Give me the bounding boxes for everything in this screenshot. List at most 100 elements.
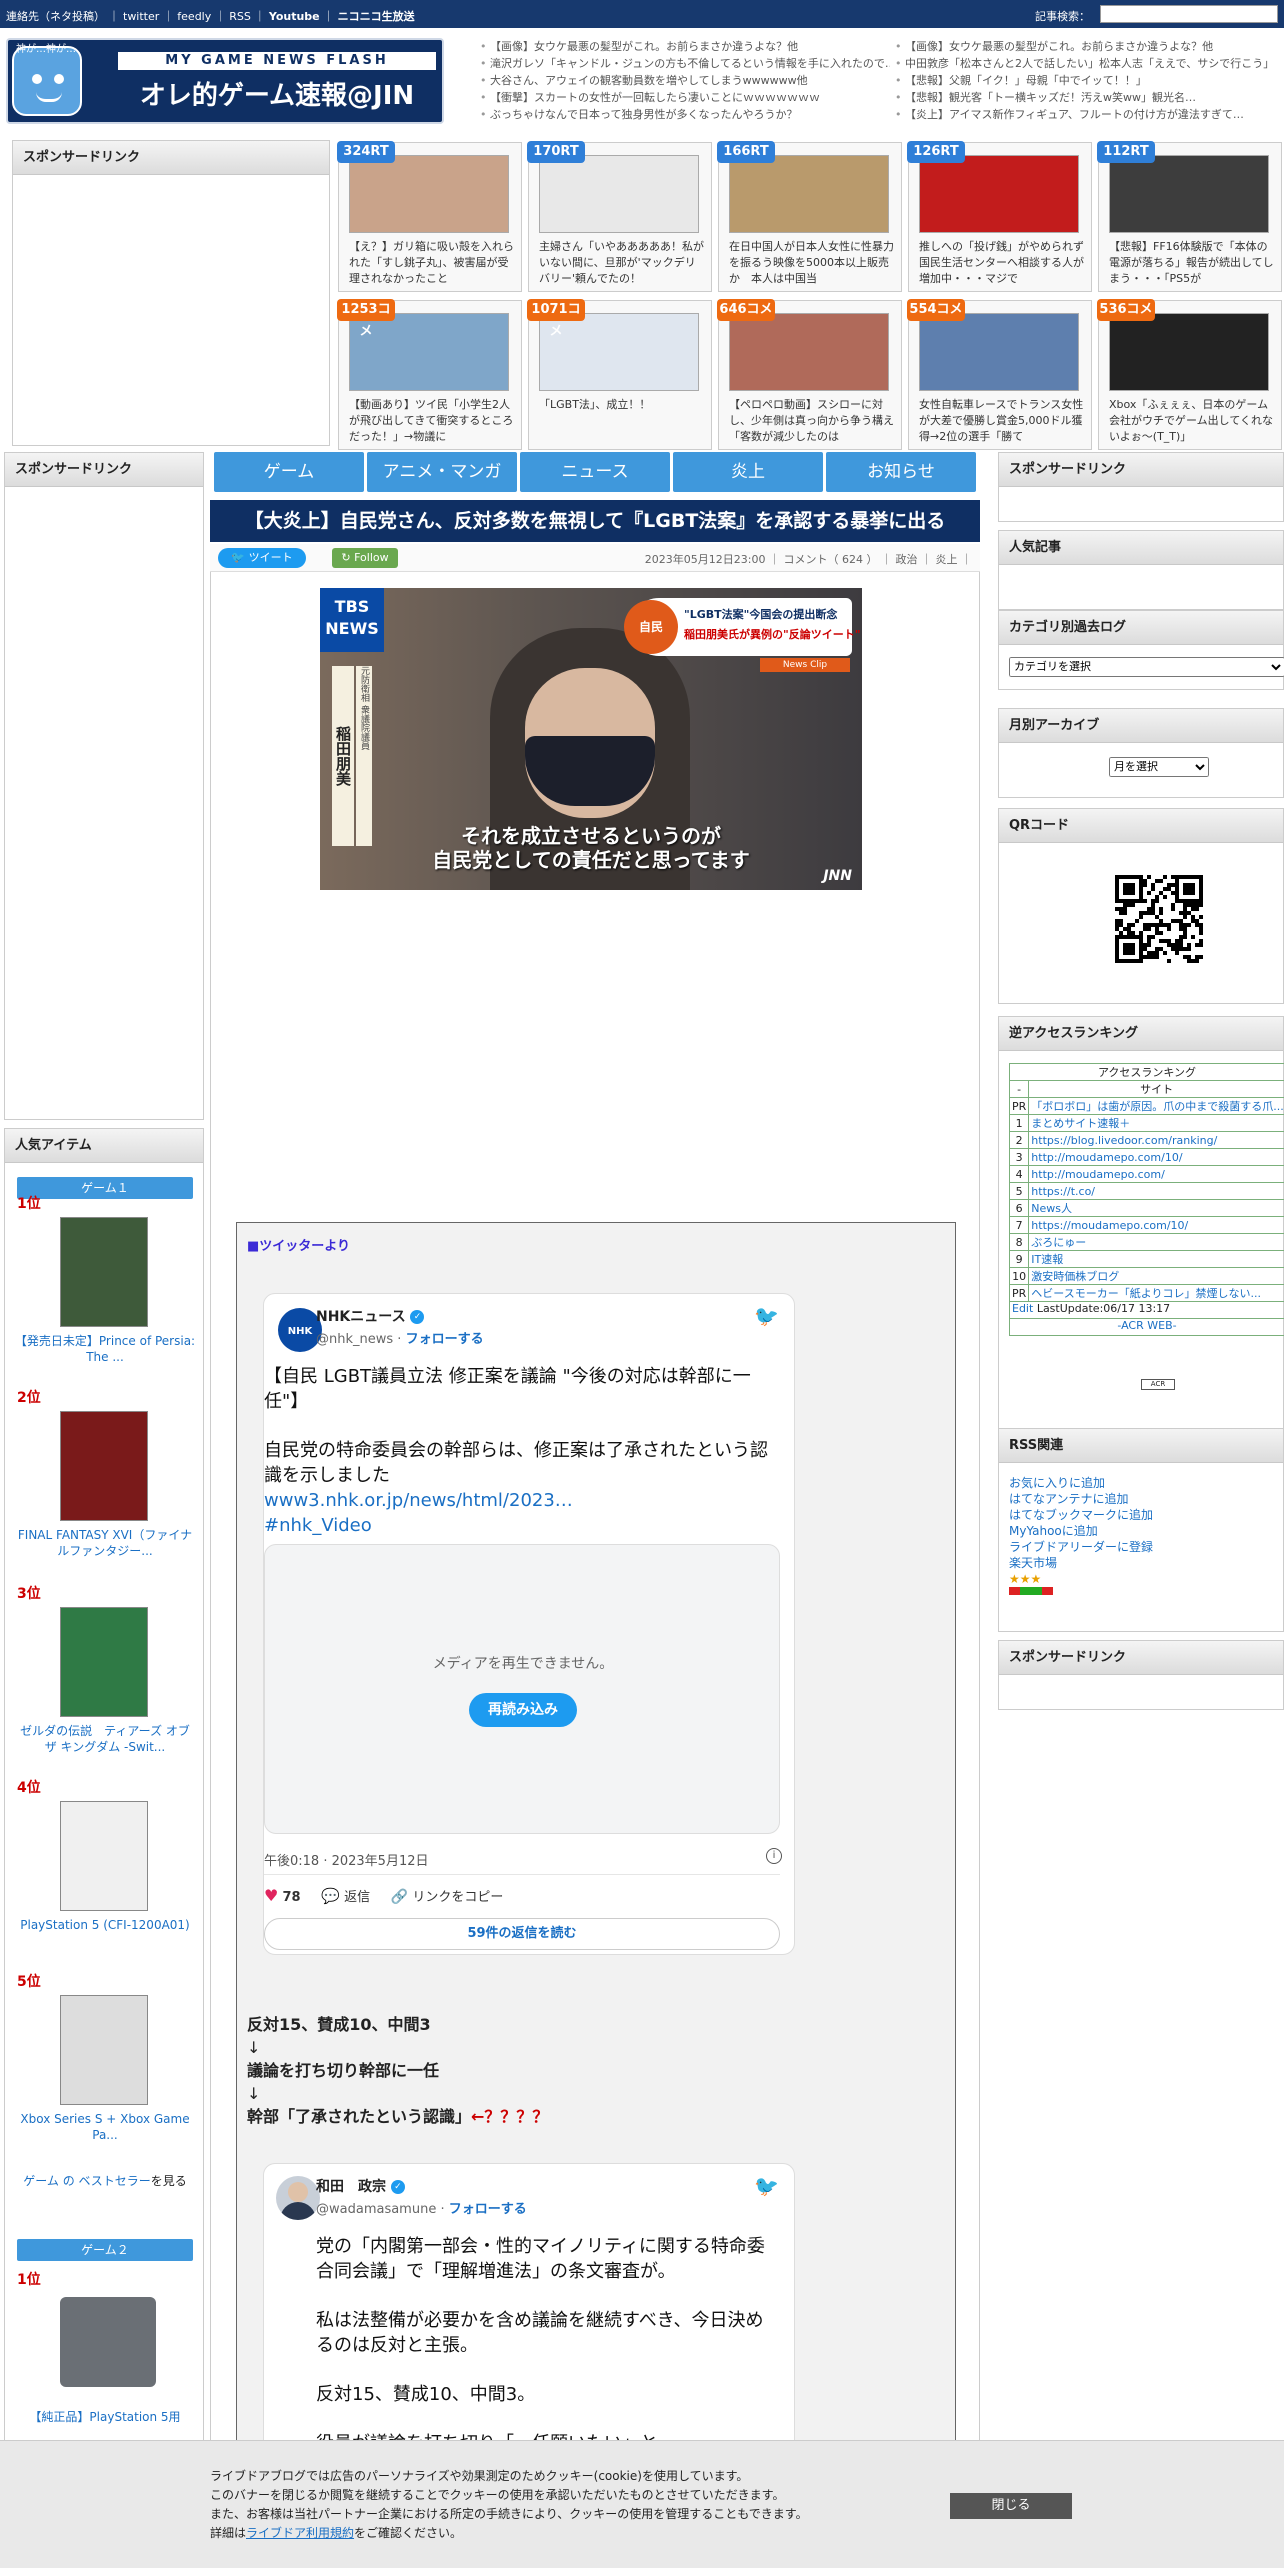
card-title[interactable]: 【悲報】FF16体験版で「本体の電源が落ちる」報告が続出してしまう・・・「PS5… xyxy=(1109,239,1274,287)
product-title[interactable]: 【純正品】PlayStation 5用 xyxy=(13,2409,197,2425)
card-title[interactable]: 推しへの「投げ銭」がやめられず国民生活センターへ相談する人が増加中・・・マジで xyxy=(919,239,1084,287)
trending-card[interactable]: 1253コメ 【動画あり】ツイ民「小学生2人が飛び出してきて衝突するところだった！… xyxy=(337,299,522,450)
reply-link[interactable]: 返信 xyxy=(344,1890,370,1905)
product-image[interactable] xyxy=(60,1411,148,1521)
acr-badge-icon[interactable]: ACR xyxy=(1141,1379,1175,1390)
embedded-tweet-nhk[interactable]: NHK NEWS NHKニュース ✓ @nhk_news · フォローする 🐦 … xyxy=(263,1293,795,1955)
headline-item[interactable]: 【画像】女ウケ最悪の髪型がこれ。お前らまさか違うよな？他 xyxy=(895,38,1280,55)
ranking-site-link[interactable]: http://moudamepo.com/10/ xyxy=(1031,1151,1182,1164)
card-title[interactable]: 主婦さん「いやあああああ！私がいない間に、旦那が'マックデリバリー'頼んでたの！ xyxy=(539,239,704,287)
tweet-share-button[interactable]: 🐦 ツイート xyxy=(218,548,306,568)
product-image[interactable] xyxy=(60,1801,148,1911)
tweet-link[interactable]: www3.nhk.or.jp/news/html/2023… xyxy=(264,1488,774,1513)
headline-item[interactable]: 【画像】女ウケ最悪の髪型がこれ。お前らまさか違うよな？他 xyxy=(480,38,890,55)
headline-item[interactable]: 滝沢ガレソ「キャンドル・ジュンの方も不倫してるという情報を手に入れたので… xyxy=(480,55,890,72)
tweet2-author[interactable]: 和田 政宗 ✓ xyxy=(316,2176,405,2196)
trending-card[interactable]: 166RT 在日中国人が日本人女性に性暴力を振るう映像を5000本以上販売か 本人… xyxy=(717,141,902,292)
acr-edit-link[interactable]: Edit xyxy=(1012,1302,1033,1315)
month-select[interactable]: 月を選択 xyxy=(1109,757,1209,777)
youtube-link[interactable]: Youtube xyxy=(269,10,320,23)
card-title[interactable]: 【ペロペロ動画】スシローに対し、少年側は真っ向から争う構え「客数が減少したのは xyxy=(729,397,894,445)
nav-info[interactable]: お知らせ xyxy=(826,452,976,492)
nav-enjou[interactable]: 炎上 xyxy=(673,452,823,492)
tweet-author-name[interactable]: NHKニュース ✓ xyxy=(316,1306,425,1326)
product-image[interactable] xyxy=(60,1607,148,1717)
reload-button[interactable]: 再読み込み xyxy=(469,1693,577,1727)
bestseller-link[interactable]: ゲーム の ベストセラー xyxy=(23,2174,151,2188)
ranking-site-link[interactable]: https://t.co/ xyxy=(1031,1185,1095,1198)
card-title[interactable]: 「LGBT法」、成立！！ xyxy=(539,397,704,445)
twitter-link[interactable]: twitter xyxy=(123,10,159,23)
ranking-site-link[interactable]: まとめサイト速報＋ xyxy=(1031,1117,1130,1130)
trending-card[interactable]: 536コメ Xbox「ふぇぇぇ、日本のゲーム会社がウチでゲーム出してくれないよぉ～… xyxy=(1097,299,1282,450)
heart-icon[interactable]: ♥ xyxy=(264,1886,278,1905)
trending-card[interactable]: 324RT 【え？】ガリ箱に吸い殻を入れられた「すし銚子丸」、被害届が受理されなか… xyxy=(337,141,522,292)
trending-card[interactable]: 126RT 推しへの「投げ銭」がやめられず国民生活センターへ相談する人が増加中・・… xyxy=(907,141,1092,292)
headline-item[interactable]: 中田敦彦「松本さんと2人で話したい」松本人志「ええで、サシで行こう」 xyxy=(895,55,1280,72)
product-title[interactable]: 【発売日未定】Prince of Persia: The ... xyxy=(13,1333,197,1365)
rss-link-hatena-bookmark[interactable]: はてなブックマークに追加 xyxy=(1009,1507,1153,1523)
tweet2-follow-link[interactable]: フォローする xyxy=(449,2202,527,2217)
card-title[interactable]: Xbox「ふぇぇぇ、日本のゲーム会社がウチでゲーム出してくれないよぉ～(T_T)… xyxy=(1109,397,1274,445)
niconico-link[interactable]: ニコニコ生放送 xyxy=(338,10,415,23)
ranking-site-link[interactable]: 「ボロボロ」は歯が原因。爪の中まで殺菌する爪... xyxy=(1031,1100,1283,1113)
ranking-site-link[interactable]: ヘビースモーカー「紙よりコレ」禁煙しない... xyxy=(1031,1287,1261,1300)
card-title[interactable]: 【え？】ガリ箱に吸い殻を入れられた「すし銚子丸」、被害届が受理されなかったこと xyxy=(349,239,514,287)
info-icon[interactable]: i xyxy=(766,1848,782,1864)
nav-game[interactable]: ゲーム xyxy=(214,452,364,492)
product-title[interactable]: PlayStation 5 (CFI-1200A01) xyxy=(13,1917,197,1933)
ranking-site-link[interactable]: http://moudamepo.com/ xyxy=(1031,1168,1165,1181)
ranking-site-link[interactable]: ぶろにゅー xyxy=(1031,1236,1086,1249)
card-thumbnail[interactable] xyxy=(539,313,699,391)
comment-link[interactable]: コメント（ 624 ） xyxy=(784,553,878,566)
product-image[interactable] xyxy=(60,1217,148,1327)
terms-link[interactable]: ライブドア利用規約 xyxy=(246,2526,354,2540)
trending-card[interactable]: 1071コメ 「LGBT法」、成立！！ xyxy=(527,299,712,450)
trending-card[interactable]: 554コメ 女性自転車レースでトランス女性が大差で優勝し賞金5,000ドル獲得→2… xyxy=(907,299,1092,450)
product-image[interactable] xyxy=(60,1995,148,2105)
contact-link[interactable]: 連絡先（ネタ投稿） xyxy=(6,10,105,23)
reply-icon[interactable]: 💬 xyxy=(321,1887,340,1905)
twitter-bird-icon[interactable]: 🐦 xyxy=(754,1304,779,1328)
tweet-timestamp[interactable]: 午後0:18 · 2023年5月12日 xyxy=(264,1850,429,1869)
category-enjou[interactable]: 炎上 xyxy=(936,553,958,566)
product-title[interactable]: ゼルダの伝説 ティアーズ オブ ザ キングダム -Swit... xyxy=(13,1723,197,1755)
tweet-hashtag[interactable]: #nhk_Video xyxy=(264,1513,774,1538)
cookie-close-button[interactable]: 閉じる xyxy=(950,2493,1072,2519)
card-thumbnail[interactable] xyxy=(729,155,889,233)
card-thumbnail[interactable] xyxy=(349,313,509,391)
ranking-site-link[interactable]: https://blog.livedoor.com/ranking/ xyxy=(1031,1134,1217,1147)
card-thumbnail[interactable] xyxy=(919,155,1079,233)
card-thumbnail[interactable] xyxy=(539,155,699,233)
category-select[interactable]: カテゴリを選択 xyxy=(1009,657,1284,677)
feedly-link[interactable]: feedly xyxy=(177,10,211,23)
headline-item[interactable]: ぶっちゃけなんで日本って独身男性が多くなったんやろうか？ xyxy=(480,106,890,123)
rss-link-hatena-antenna[interactable]: はてなアンテナに追加 xyxy=(1009,1491,1153,1507)
headline-item[interactable]: 【衝撃】スカートの女性が一回転したら凄いことにｗｗｗｗｗｗｗ xyxy=(480,89,890,106)
rss-link-myyahoo[interactable]: MyYahooに追加 xyxy=(1009,1523,1153,1539)
follow-button[interactable]: ↻ Follow xyxy=(332,548,398,568)
category-politics[interactable]: 政治 xyxy=(896,553,918,566)
card-thumbnail[interactable] xyxy=(919,313,1079,391)
link-icon[interactable]: 🔗 xyxy=(391,1889,408,1905)
rss-link-livedoor-reader[interactable]: ライブドアリーダーに登録 xyxy=(1009,1539,1153,1555)
product-title[interactable]: FINAL FANTASY XVI（ファイナルファンタジー... xyxy=(13,1527,197,1559)
rss-link-favorite[interactable]: お気に入りに追加 xyxy=(1009,1475,1153,1491)
card-thumbnail[interactable] xyxy=(729,313,889,391)
card-title[interactable]: 在日中国人が日本人女性に性暴力を振るう映像を5000本以上販売か 本人は中国当 xyxy=(729,239,894,287)
read-replies-button[interactable]: 59件の返信を読む xyxy=(264,1918,780,1950)
headline-item[interactable]: 【悲報】観光客「トー横キッズだ！汚えw笑ww」観光名… xyxy=(895,89,1280,106)
tweet-follow-link[interactable]: フォローする xyxy=(406,1332,484,1347)
card-title[interactable]: 【動画あり】ツイ民「小学生2人が飛び出してきて衝突するところだった！」→物議に xyxy=(349,397,514,445)
card-title[interactable]: 女性自転車レースでトランス女性が大差で優勝し賞金5,000ドル獲得→2位の選手「… xyxy=(919,397,1084,445)
product-image[interactable] xyxy=(60,2297,156,2387)
site-logo[interactable]: 神が…神が… MY GAME NEWS FLASH オレ的ゲーム速報@JIN xyxy=(6,38,444,124)
ranking-site-link[interactable]: https://moudamepo.com/10/ xyxy=(1031,1219,1188,1232)
headline-item[interactable]: 【炎上】アイマス新作フィギュア、フルートの付け方が違法すぎて… xyxy=(895,106,1280,123)
card-thumbnail[interactable] xyxy=(1109,155,1269,233)
ranking-site-link[interactable]: 激安時価株ブログ xyxy=(1031,1270,1119,1283)
trending-card[interactable]: 112RT 【悲報】FF16体験版で「本体の電源が落ちる」報告が続出してしまう・・… xyxy=(1097,141,1282,292)
card-thumbnail[interactable] xyxy=(1109,313,1269,391)
headline-item[interactable]: 【悲報】父親「イク！」母親「中でイッて！！」 xyxy=(895,72,1280,89)
ranking-site-link[interactable]: News人 xyxy=(1031,1202,1072,1215)
